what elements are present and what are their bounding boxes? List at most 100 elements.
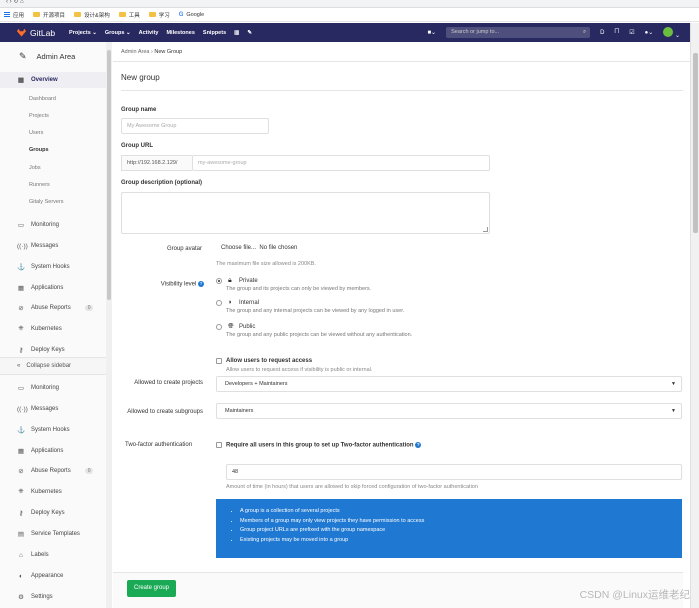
visibility-private-radio[interactable]: [216, 278, 222, 284]
create-subgroups-select[interactable]: Maintainers ▼: [216, 403, 682, 419]
sidebar-item-overview[interactable]: ▦ Overview: [0, 72, 106, 88]
wrench-icon: ✎: [19, 51, 27, 61]
grid-icon: ▦: [17, 285, 25, 292]
sidebar-item-deploy-keys-2[interactable]: ⚷ Deploy Keys: [0, 505, 106, 521]
visibility-public-radio[interactable]: [216, 324, 222, 330]
scrollbar-thumb[interactable]: [693, 53, 698, 233]
sidebar-item-deploy-keys[interactable]: ⚷ Deploy Keys: [0, 342, 106, 358]
question-icon[interactable]: ?: [198, 281, 204, 287]
sidebar-sub-groups[interactable]: Groups: [29, 147, 49, 153]
sidebar-item-messages-2[interactable]: ((·)) Messages: [0, 401, 106, 417]
bookmark-google[interactable]: G Google: [179, 12, 204, 18]
sidebar-item-label: Monitoring: [31, 385, 60, 391]
request-access-label[interactable]: Allow users to request access: [226, 358, 312, 364]
merge-request-icon[interactable]: ⨅: [614, 29, 619, 36]
chart-icon[interactable]: ▥: [234, 30, 239, 36]
sidebar-item-kubernetes[interactable]: ⎈ Kubernetes: [0, 321, 106, 337]
visibility-public-title[interactable]: Public: [239, 324, 255, 330]
kubernetes-icon: ⎈: [18, 325, 24, 332]
nav-projects[interactable]: Projects ⌄: [69, 30, 97, 36]
visibility-public-desc: The group and any public projects can be…: [226, 332, 413, 338]
bookmark-open-source[interactable]: 开源项目: [33, 11, 65, 19]
search-input[interactable]: Search or jump to... ⌕: [446, 27, 591, 38]
sidebar-sub-jobs[interactable]: Jobs: [29, 165, 41, 171]
wrench-icon[interactable]: ✎: [247, 30, 252, 36]
todo-icon[interactable]: ☑: [629, 29, 634, 36]
browser-nav-icons[interactable]: ‹ › ↻ ⌂: [6, 0, 24, 5]
bookmark-tools[interactable]: 工具: [118, 11, 140, 19]
sidebar-item-system-hooks-2[interactable]: ⚓ System Hooks: [0, 422, 106, 438]
avatar[interactable]: ⌄: [663, 26, 680, 39]
sidebar-item-kubernetes-2[interactable]: ⎈ Kubernetes: [0, 484, 106, 500]
divider: [113, 61, 690, 62]
breadcrumb-admin-area[interactable]: Admin Area: [121, 49, 149, 55]
gitlab-logo[interactable]: GitLab: [0, 28, 55, 38]
sidebar-header[interactable]: ✎ Admin Area: [0, 42, 111, 71]
sidebar-item-service-templates[interactable]: ▤ Service Templates: [0, 526, 106, 542]
group-name-input[interactable]: My Awesome Group: [121, 118, 269, 134]
description-textarea[interactable]: [121, 192, 490, 234]
scrollbar-thumb[interactable]: [107, 50, 111, 300]
sidebar-item-applications[interactable]: ▦ Applications: [0, 280, 106, 296]
sidebar-item-label: Deploy Keys: [31, 510, 65, 516]
group-path-input[interactable]: my-awesome-group: [192, 155, 490, 171]
count-badge: 0: [84, 305, 94, 311]
sidebar-item-label: Overview: [31, 77, 58, 83]
visibility-private-title[interactable]: Private: [239, 278, 258, 284]
sidebar-item-monitoring-2[interactable]: ▭ Monitoring: [0, 380, 106, 396]
sidebar-sub-gitaly[interactable]: Gitaly Servers: [29, 199, 64, 205]
sidebar-sub-runners[interactable]: Runners: [29, 182, 50, 188]
grace-period-input[interactable]: 48: [226, 464, 682, 480]
sidebar-sub-dashboard[interactable]: Dashboard: [29, 96, 56, 102]
question-icon[interactable]: ?: [415, 442, 422, 448]
choose-file-button[interactable]: Choose file...: [221, 245, 256, 251]
visibility-internal-radio[interactable]: [216, 300, 222, 306]
sidebar-item-system-hooks[interactable]: ⚓ System Hooks: [0, 259, 106, 275]
monitor-icon: ▭: [17, 222, 25, 229]
sidebar-sub-users[interactable]: Users: [29, 130, 43, 136]
nav-milestones[interactable]: Milestones: [166, 30, 194, 36]
help-icon[interactable]: ●⌄: [645, 29, 654, 36]
nav-groups[interactable]: Groups ⌄: [105, 30, 131, 36]
collapse-sidebar-button[interactable]: « Collapse sidebar: [0, 357, 106, 375]
two-factor-check-label[interactable]: Require all users in this group to set u…: [226, 442, 422, 449]
sidebar-item-messages[interactable]: ((·)) Messages: [0, 238, 106, 254]
request-access-checkbox[interactable]: [216, 358, 222, 364]
sidebar-item-label: Applications: [31, 448, 64, 454]
visibility-internal-title[interactable]: Internal: [239, 300, 259, 306]
sidebar-item-labels[interactable]: ⌂ Labels: [0, 547, 106, 563]
sidebar-item-settings[interactable]: ⚙ Settings: [0, 589, 106, 605]
sidebar-sub-projects[interactable]: Projects: [29, 113, 49, 119]
sidebar-scrollbar[interactable]: [106, 42, 112, 608]
appearance-icon: ◐: [19, 572, 23, 580]
broadcast-icon: ((·)): [17, 242, 28, 250]
nav-snippets[interactable]: Snippets: [203, 30, 226, 36]
issues-icon[interactable]: D: [600, 30, 604, 36]
sidebar-item-monitoring[interactable]: ▭ Monitoring: [0, 217, 106, 233]
page-scrollbar[interactable]: [690, 23, 699, 608]
nav-activity[interactable]: Activity: [139, 30, 159, 36]
two-factor-check-text: Require all users in this group to set u…: [226, 442, 414, 449]
sidebar-item-applications-2[interactable]: ▦ Applications: [0, 443, 106, 459]
placeholder: My Awesome Group: [127, 123, 177, 129]
breadcrumb: Admin Area › New Group: [121, 49, 182, 55]
create-projects-select[interactable]: Developers + Maintainers ▼: [216, 376, 682, 392]
request-access-help: Allow users to request access if visibil…: [226, 367, 373, 373]
google-icon: G: [178, 11, 184, 18]
avatar-file-input[interactable]: Choose file... No file chosen: [221, 245, 297, 251]
group-url-prefix: http://192.168.2.129/: [121, 155, 192, 171]
plus-icon[interactable]: ■⌄: [427, 29, 436, 36]
description-label: Group description (optional): [121, 180, 202, 186]
page-title: New group: [121, 73, 160, 82]
sidebar-item-abuse-reports-2[interactable]: ⊘ Abuse Reports 0: [0, 463, 106, 479]
bookmark-study[interactable]: 学习: [148, 11, 170, 19]
bookmark-apps[interactable]: 应用: [4, 11, 24, 19]
bookmarks-bar: 应用 开源项目 设计&架构 工具 学习 G Google: [0, 8, 699, 22]
bookmark-design[interactable]: 设计&架构: [74, 11, 110, 19]
double-chevron-left-icon: «: [17, 363, 21, 369]
create-group-button[interactable]: Create group: [127, 580, 176, 597]
two-factor-checkbox[interactable]: [216, 442, 222, 448]
sidebar-item-abuse-reports[interactable]: ⊘ Abuse Reports 0: [0, 300, 106, 316]
sidebar-item-label: Messages: [31, 406, 59, 412]
sidebar-item-appearance[interactable]: ◐ Appearance: [0, 568, 106, 584]
